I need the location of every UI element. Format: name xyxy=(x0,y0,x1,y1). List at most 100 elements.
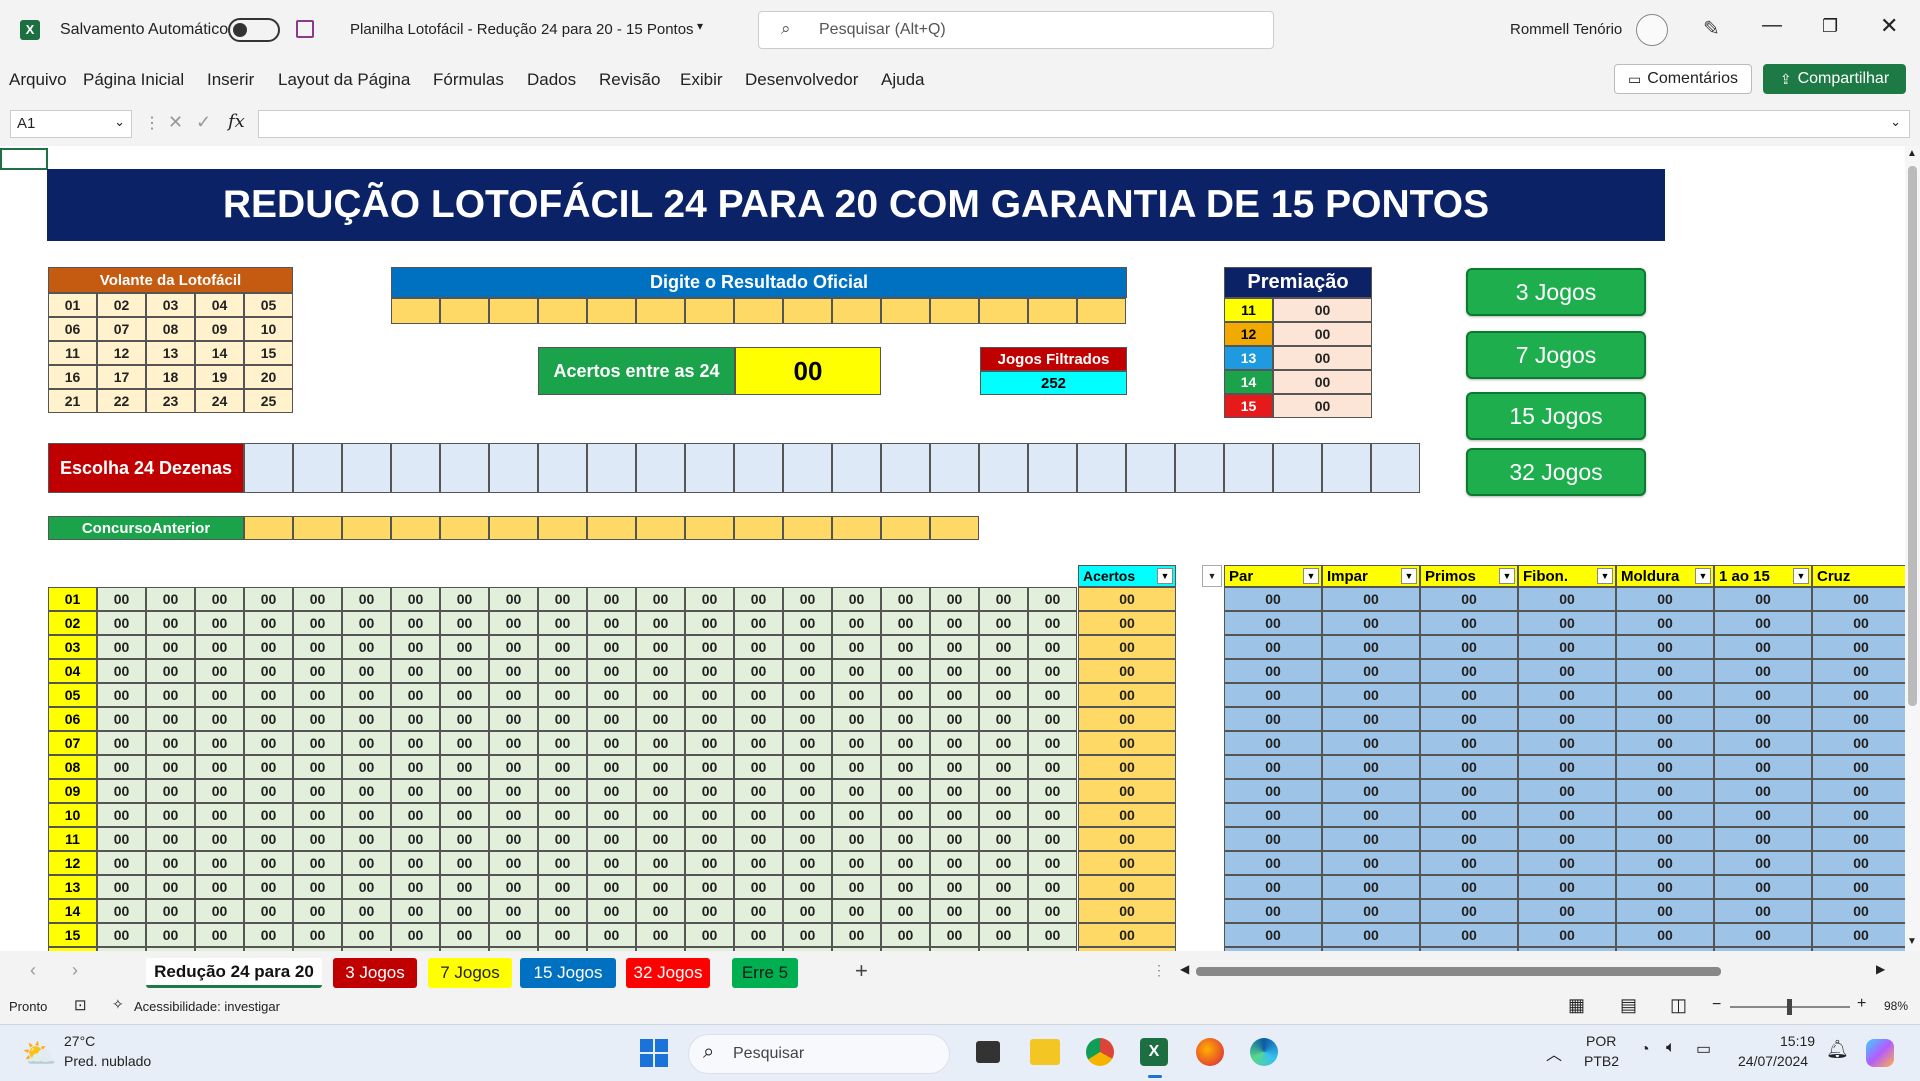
volume-icon[interactable]: 🔈︎ xyxy=(1666,1039,1676,1057)
concurso-input-cell[interactable] xyxy=(685,516,734,540)
vertical-scrollbar[interactable]: ▲ ▼ xyxy=(1905,146,1920,951)
volante-number[interactable]: 23 xyxy=(146,389,195,413)
autosave-toggle[interactable] xyxy=(228,18,280,42)
weather-desc[interactable]: Pred. nublado xyxy=(64,1053,151,1069)
clock-date[interactable]: 24/07/2024 xyxy=(1738,1053,1808,1069)
concurso-input-cell[interactable] xyxy=(489,516,538,540)
jogos-button[interactable]: 3 Jogos xyxy=(1466,268,1646,316)
page-layout-icon[interactable]: ▤ xyxy=(1620,995,1637,1016)
avatar[interactable] xyxy=(1636,14,1668,46)
volante-number[interactable]: 13 xyxy=(146,341,195,365)
volante-number[interactable]: 24 xyxy=(195,389,244,413)
clock-time[interactable]: 15:19 xyxy=(1780,1033,1815,1049)
pen-icon[interactable]: ✎ xyxy=(1703,16,1720,41)
menu-revisao[interactable]: Revisão xyxy=(599,70,660,90)
volante-number[interactable]: 05 xyxy=(244,293,293,317)
filter-header[interactable]: Fibon. ▼ xyxy=(1518,565,1616,587)
sheet-tab[interactable]: 7 Jogos xyxy=(428,958,512,988)
filter-dropdown-icon[interactable]: ▼ xyxy=(1597,568,1613,584)
volante-number[interactable]: 09 xyxy=(195,317,244,341)
cancel-icon[interactable]: ✕ xyxy=(168,112,183,133)
copilot-icon[interactable] xyxy=(1866,1039,1894,1067)
concurso-input-cell[interactable] xyxy=(440,516,489,540)
concurso-input-cell[interactable] xyxy=(783,516,832,540)
resultado-input-cell[interactable] xyxy=(832,298,881,324)
escolha-input-cell[interactable] xyxy=(1126,443,1175,493)
taskbar-search[interactable]: ⌕ Pesquisar xyxy=(688,1034,950,1074)
concurso-input-cell[interactable] xyxy=(881,516,930,540)
menu-exibir[interactable]: Exibir xyxy=(680,70,723,90)
volante-number[interactable]: 22 xyxy=(97,389,146,413)
escolha-input-cell[interactable] xyxy=(440,443,489,493)
search-box[interactable]: ⌕ Pesquisar (Alt+Q) xyxy=(758,11,1274,49)
filter-header[interactable]: Moldura ▼ xyxy=(1616,565,1714,587)
user-name[interactable]: Rommell Tenório xyxy=(1510,21,1622,38)
escolha-input-cell[interactable] xyxy=(881,443,930,493)
volante-number[interactable]: 04 xyxy=(195,293,244,317)
share-button[interactable]: ⇪ Compartilhar xyxy=(1763,64,1906,94)
accessibility-status[interactable]: Acessibilidade: investigar xyxy=(134,999,280,1014)
start-icon[interactable] xyxy=(640,1039,668,1067)
filter-dropdown-icon[interactable]: ▼ xyxy=(1303,568,1319,584)
volante-number[interactable]: 03 xyxy=(146,293,195,317)
selected-cell-a1[interactable] xyxy=(0,148,48,170)
volante-number[interactable]: 19 xyxy=(195,365,244,389)
volante-number[interactable]: 06 xyxy=(48,317,97,341)
escolha-input-cell[interactable] xyxy=(636,443,685,493)
resultado-input-cell[interactable] xyxy=(734,298,783,324)
resultado-input-cell[interactable] xyxy=(1028,298,1077,324)
resultado-input-cell[interactable] xyxy=(391,298,440,324)
concurso-input-cell[interactable] xyxy=(342,516,391,540)
scroll-thumb[interactable] xyxy=(1908,166,1917,706)
volante-number[interactable]: 11 xyxy=(48,341,97,365)
escolha-input-cell[interactable] xyxy=(685,443,734,493)
menu-formulas[interactable]: Fórmulas xyxy=(433,70,504,90)
sheet-tab[interactable]: 15 Jogos xyxy=(520,958,616,988)
formula-input[interactable]: ⌄ xyxy=(258,110,1910,138)
concurso-input-cell[interactable] xyxy=(734,516,783,540)
escolha-input-cell[interactable] xyxy=(930,443,979,493)
volante-number[interactable]: 18 xyxy=(146,365,195,389)
filter-header[interactable]: Impar ▼ xyxy=(1322,565,1420,587)
jogos-button[interactable]: 32 Jogos xyxy=(1466,448,1646,496)
concurso-input-cell[interactable] xyxy=(293,516,342,540)
menu-ajuda[interactable]: Ajuda xyxy=(881,70,924,90)
notification-icon[interactable]: 🔔︎ xyxy=(1826,1039,1849,1060)
sheet-tab[interactable]: Erre 5 xyxy=(732,958,798,988)
jogos-button[interactable]: 7 Jogos xyxy=(1466,331,1646,379)
concurso-input-cell[interactable] xyxy=(832,516,881,540)
filter-dropdown-icon[interactable]: ▼ xyxy=(1401,568,1417,584)
zoom-out-icon[interactable]: − xyxy=(1712,996,1721,1014)
resultado-input-cell[interactable] xyxy=(1077,298,1126,324)
sheet-tab[interactable]: 32 Jogos xyxy=(626,958,710,988)
zoom-level[interactable]: 98% xyxy=(1884,999,1908,1013)
chevron-up-icon[interactable]: ︿ xyxy=(1546,1041,1562,1065)
escolha-input-cell[interactable] xyxy=(538,443,587,493)
scroll-left-icon[interactable]: ◀ xyxy=(1180,962,1189,976)
comments-button[interactable]: ▭ Comentários xyxy=(1614,64,1752,94)
excel-taskbar-icon[interactable]: X xyxy=(1140,1038,1168,1066)
sheet-tab[interactable]: Redução 24 para 20 xyxy=(146,958,322,988)
escolha-input-cell[interactable] xyxy=(783,443,832,493)
escolha-input-cell[interactable] xyxy=(979,443,1028,493)
volante-number[interactable]: 21 xyxy=(48,389,97,413)
volante-number[interactable]: 08 xyxy=(146,317,195,341)
concurso-input-cell[interactable] xyxy=(930,516,979,540)
confirm-icon[interactable]: ✓ xyxy=(196,112,211,133)
acertos-header[interactable]: Acertos ▼ xyxy=(1078,565,1176,587)
concurso-input-cell[interactable] xyxy=(244,516,293,540)
escolha-input-cell[interactable] xyxy=(342,443,391,493)
save-icon[interactable] xyxy=(296,20,314,38)
filter-dropdown-icon[interactable]: ▼ xyxy=(1202,565,1222,587)
volante-number[interactable]: 16 xyxy=(48,365,97,389)
escolha-input-cell[interactable] xyxy=(489,443,538,493)
filter-dropdown-icon[interactable]: ▼ xyxy=(1793,568,1809,584)
escolha-input-cell[interactable] xyxy=(1077,443,1126,493)
resultado-input-cell[interactable] xyxy=(881,298,930,324)
menu-desenvolvedor[interactable]: Desenvolvedor xyxy=(745,70,858,90)
filter-dropdown-icon[interactable]: ▼ xyxy=(1157,568,1173,584)
menu-inserir[interactable]: Inserir xyxy=(207,70,254,90)
escolha-input-cell[interactable] xyxy=(1322,443,1371,493)
minimize-icon[interactable]: — xyxy=(1762,14,1782,37)
volante-number[interactable]: 20 xyxy=(244,365,293,389)
